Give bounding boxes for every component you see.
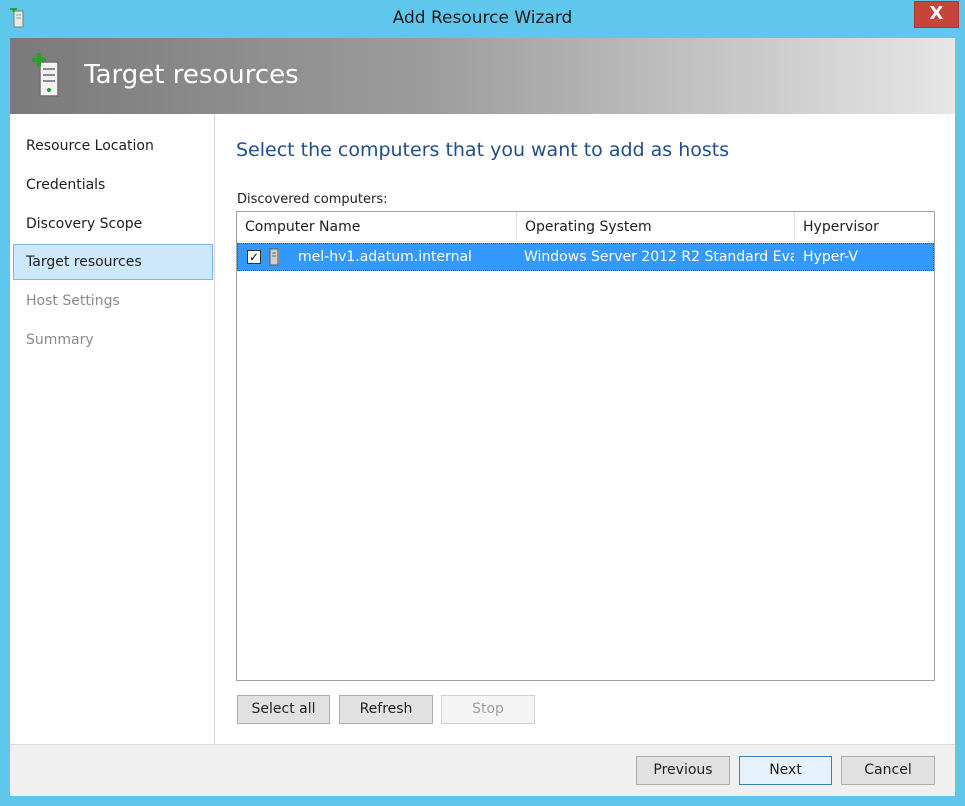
main-panel: Select the computers that you want to ad… — [216, 114, 955, 744]
row-checkbox[interactable]: ✓ — [247, 250, 261, 264]
cell-hypervisor: Hyper-V — [803, 249, 858, 265]
server-icon — [269, 248, 280, 266]
nav-item-host-settings: Host Settings — [26, 293, 120, 309]
cell-computer-name: mel-hv1.adatum.internal — [298, 249, 472, 265]
nav-item-target-resources[interactable]: Target resources — [13, 244, 213, 280]
close-button[interactable]: X — [914, 1, 959, 28]
wizard-footer: Previous Next Cancel — [10, 744, 955, 796]
list-header: Computer Name Operating System Hyperviso… — [237, 212, 934, 242]
server-add-icon — [32, 53, 59, 97]
section-heading: Select the computers that you want to ad… — [236, 139, 730, 161]
discovered-computers-list[interactable]: Computer Name Operating System Hyperviso… — [236, 211, 935, 681]
wizard-window: Add Resource Wizard X Target resources R… — [0, 0, 965, 806]
nav-item-resource-location[interactable]: Resource Location — [13, 128, 213, 164]
refresh-button[interactable]: Refresh — [339, 695, 433, 724]
wizard-steps-nav: Resource Location Credentials Discovery … — [10, 114, 215, 744]
column-header-operating-system[interactable]: Operating System — [517, 212, 795, 242]
header-banner: Target resources — [10, 38, 955, 114]
cancel-button[interactable]: Cancel — [841, 756, 935, 785]
next-button[interactable]: Next — [739, 756, 832, 785]
nav-item-credentials[interactable]: Credentials — [13, 167, 213, 203]
nav-item-discovery-scope[interactable]: Discovery Scope — [13, 206, 213, 242]
stop-button: Stop — [441, 695, 535, 724]
previous-button[interactable]: Previous — [636, 756, 730, 785]
cell-operating-system: Windows Server 2012 R2 Standard Eval... — [524, 249, 794, 265]
select-all-button[interactable]: Select all — [237, 695, 330, 724]
column-header-hypervisor[interactable]: Hypervisor — [795, 212, 934, 242]
window-title: Add Resource Wizard — [392, 8, 573, 28]
title-bar[interactable]: Add Resource Wizard X — [0, 0, 965, 38]
table-row[interactable]: ✓ mel-hv1.adatum.internal Windows Server… — [237, 243, 934, 271]
nav-item-summary: Summary — [26, 332, 94, 348]
discovered-computers-label: Discovered computers: — [237, 192, 388, 207]
page-title: Target resources — [84, 60, 299, 90]
column-header-computer-name[interactable]: Computer Name — [237, 212, 517, 242]
wizard-client-area: Target resources Resource Location Crede… — [10, 38, 955, 796]
